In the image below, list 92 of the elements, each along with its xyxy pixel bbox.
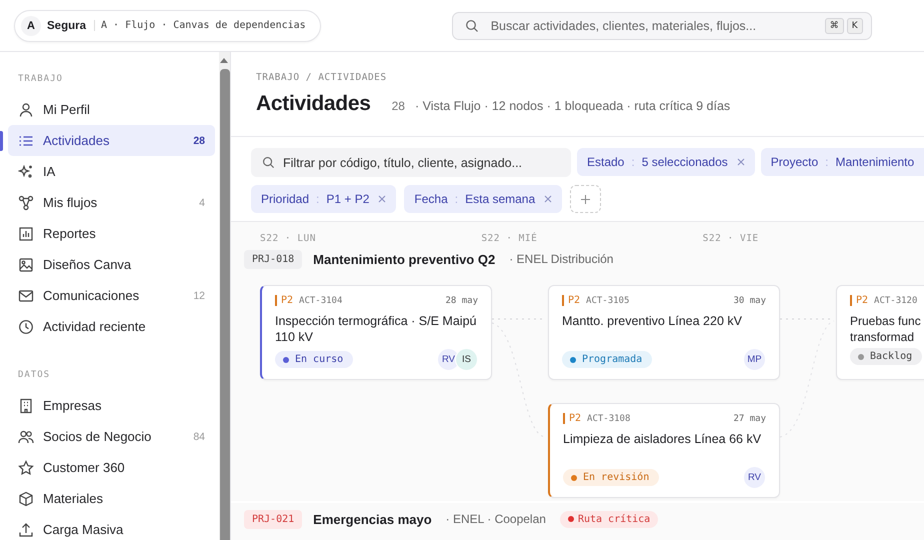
priority-label: P2 <box>563 413 582 424</box>
selection-indicator <box>0 131 3 151</box>
sparkle-icon <box>18 164 34 180</box>
day-label: S22 · LUN <box>260 233 317 244</box>
sidebar-section-title: TRABAJO <box>17 73 64 86</box>
cube-icon <box>18 490 34 506</box>
sidebar-item[interactable]: Materiales <box>8 483 215 514</box>
priority-label: P2 <box>275 295 294 306</box>
activity-card[interactable]: P2 ACT-3108 27 may Limpieza de aisladores Línea 66 kV En revisión RV <box>548 403 780 498</box>
nodes-icon <box>18 194 34 210</box>
users-icon <box>18 428 34 444</box>
day-label: S22 · MIÉ <box>481 233 538 244</box>
sidebar-section-title: DATOS <box>17 369 52 382</box>
project-code: PRJ-018 <box>244 250 302 268</box>
activity-title: Pruebas func transformad <box>850 313 922 346</box>
sidebar-item[interactable]: Diseños Canva <box>8 249 215 280</box>
workspace-switcher[interactable]: A Segura A · Flujo · Canvas de dependencias <box>14 10 321 42</box>
due-date: 28 may <box>445 296 478 306</box>
workspace-path: A · Flujo · Canvas de dependencias <box>94 20 306 31</box>
activity-card[interactable]: P2 ACT-3104 28 may Inspección termográfica · S/E Maipú 110 kV En curso RV IS <box>260 285 492 380</box>
breadcrumb: TRABAJO / ACTIVIDADES <box>256 72 388 83</box>
clock-icon <box>18 318 34 334</box>
workspace-name: Segura <box>47 20 86 32</box>
page-title: Actividades <box>256 92 371 116</box>
priority-label: P2 <box>850 295 868 306</box>
filter-search-field[interactable]: Filtrar por código, título, cliente, asignado... <box>251 148 571 177</box>
activity-card[interactable]: P2 ACT-3120 Pruebas func transformad Backlog <box>836 285 924 380</box>
sidebar-item[interactable]: Comunicaciones 12 <box>8 280 215 311</box>
project-code: PRJ-021 <box>244 510 302 528</box>
status-badge: Backlog <box>850 348 922 365</box>
status-badge: Programada <box>562 351 652 368</box>
filter-chip[interactable]: Prioridad : P1 + P2 <box>251 185 396 213</box>
user-icon <box>18 102 34 118</box>
status-badge: En revisión <box>563 469 660 486</box>
sidebar-item[interactable]: Socios de Negocio 84 <box>8 421 215 452</box>
sidebar-count: 4 <box>199 196 205 208</box>
sidebar-item[interactable]: Reportes <box>8 218 215 249</box>
close-icon[interactable] <box>736 158 745 166</box>
sidebar-item[interactable]: Empresas <box>8 390 215 421</box>
search-icon <box>464 18 479 32</box>
activity-title: Limpieza de aisladores Línea 66 kV <box>563 431 762 448</box>
sidebar-count: 84 <box>193 430 205 442</box>
activity-id: ACT-3120 <box>874 296 918 306</box>
activity-title: Inspección termográfica · S/E Maipú 110 kV <box>275 313 478 346</box>
filter-chip[interactable]: Fecha : Esta semana <box>404 185 562 213</box>
image-icon <box>18 256 34 272</box>
assignee-avatar: MP <box>743 348 766 371</box>
activity-id: ACT-3104 <box>299 296 342 306</box>
star-icon <box>18 460 34 476</box>
critical-path-tag: Ruta crítica <box>560 510 658 528</box>
sidebar-item[interactable]: Customer 360 <box>8 452 215 483</box>
sidebar-item[interactable]: Carga Masiva <box>8 514 215 540</box>
status-badge: En curso <box>275 351 354 368</box>
global-search-input[interactable]: Buscar actividades, clientes, materiales, flujos... <box>490 14 813 38</box>
due-date: 27 may <box>733 414 766 424</box>
close-icon[interactable] <box>378 195 386 203</box>
close-icon[interactable] <box>544 195 552 203</box>
activity-count: 28 <box>392 99 405 113</box>
sidebar-item[interactable]: IA <box>8 156 215 187</box>
mail-icon <box>18 288 34 304</box>
sidebar-item[interactable]: Mis flujos 4 <box>8 187 215 218</box>
shortcut-key: K <box>846 18 863 34</box>
project-client: · ENEL · Coopelan <box>446 512 546 526</box>
activity-id: ACT-3108 <box>587 414 630 424</box>
sidebar-count: 12 <box>193 290 205 302</box>
assignee-avatar: RV <box>437 348 460 371</box>
filter-chip[interactable]: Estado : 5 seleccionados <box>577 148 755 176</box>
sidebar-item[interactable]: Mi Perfil <box>8 94 215 125</box>
global-search-field[interactable]: Buscar actividades, clientes, materiales, flujos... ⌘ K <box>452 12 872 40</box>
sidebar-count: 28 <box>193 134 205 146</box>
shortcut-key: ⌘ <box>824 18 844 34</box>
project-client: · ENEL Distribución <box>509 252 614 266</box>
activity-id: ACT-3105 <box>586 296 630 306</box>
workspace-initial: A <box>21 16 41 36</box>
assignee-avatar: IS <box>455 348 478 371</box>
priority-label: P2 <box>562 295 580 306</box>
add-filter-button[interactable] <box>570 185 602 213</box>
due-date: 30 may <box>733 296 766 306</box>
day-label: S22 · VIE <box>702 233 760 244</box>
upload-icon <box>18 522 34 538</box>
sidebar-item[interactable]: Actividad reciente <box>8 311 215 342</box>
project-title: Emergencias mayo <box>313 512 432 526</box>
plus-icon <box>580 194 592 204</box>
assignee-avatar: RV <box>743 466 766 489</box>
scrollbar[interactable] <box>219 52 231 540</box>
activity-title: Mantto. preventivo Línea 220 kV <box>562 313 743 330</box>
chart-icon <box>18 226 34 242</box>
project-title: Mantenimiento preventivo Q2 <box>313 252 496 266</box>
filter-chip[interactable]: Proyecto : Mantenimiento <box>760 148 924 176</box>
building-icon <box>18 398 34 414</box>
activity-card[interactable]: P2 ACT-3105 30 may Mantto. preventivo Línea 220 kV Programada MP <box>548 285 780 380</box>
view-summary: · Vista Flujo · 12 nodos · 1 bloqueada · ruta crítica 9 días <box>414 99 730 113</box>
